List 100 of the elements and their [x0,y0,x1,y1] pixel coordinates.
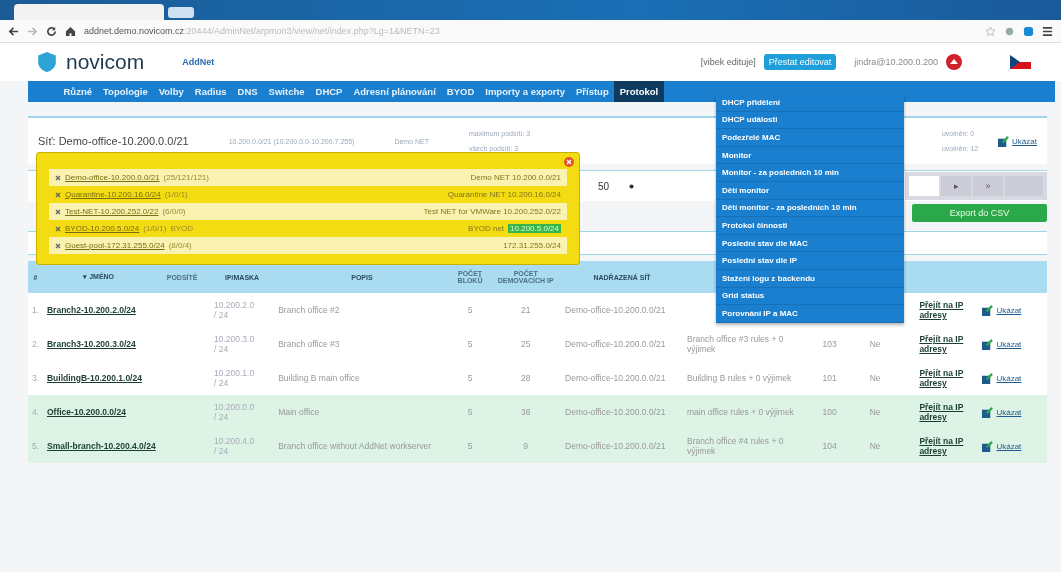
show-link[interactable]: Ukázat [982,406,1043,418]
parent-network: Demo-office-10.200.0.0/21 [565,373,666,383]
dropdown-menu-item[interactable]: Podezřelé MAC [716,129,904,147]
menu-item[interactable]: Importy a exporty [479,81,571,102]
stop-editing-button[interactable]: Přestat editovat [763,54,837,70]
dropdown-menu-item[interactable]: Monitor - za posledních 10 min [716,164,904,182]
menu-item[interactable]: Přístup [570,81,615,102]
dropdown-menu-item[interactable]: Dětí monitor [716,181,904,200]
row-number: 1. [28,293,43,327]
subnet-link[interactable]: Small-branch-10.200.4.0/24 [47,441,156,451]
menu-item[interactable]: BYOD [441,81,480,102]
dropdown-menu-item[interactable]: Poslední stav dle IP [716,252,904,270]
host-count: 28 [520,373,531,383]
close-icon[interactable] [55,191,61,198]
tree-item[interactable]: Test-NET-10.200.252.0/22 (6/0/0) Test NET for VMWare 10.200.252.0/22 [49,203,567,220]
dropdown-menu-item[interactable]: DHCP přidělení [716,94,904,112]
subnet-link[interactable]: BuildingB-10.200.1.0/24 [47,373,142,383]
block-count: 5 [467,441,473,451]
menu-item[interactable]: DHCP [310,81,348,102]
flag-icon[interactable] [1010,55,1031,69]
go-to-ip-link[interactable]: Přejít na IP adresy [919,402,975,422]
tree-item[interactable]: Guest-pool-172.31.255.0/24 (8/0/4) 172.31.255.0/24 [49,237,567,254]
network-title: Síť: Demo-office-10.200.0.0/21 [38,135,189,147]
host-count: 36 [520,407,531,417]
back-icon[interactable] [8,25,19,37]
parent-network: Demo-office-10.200.0.0/21 [565,441,666,451]
rules-text: main office rules + 0 výjimek [687,407,794,417]
network-link[interactable]: BYOD-10.200.5.0/24 [65,224,140,233]
dropdown-menu-item[interactable]: Porovnání IP a MAC [716,305,904,323]
menu-item[interactable]: Protokol [614,81,664,102]
logout-icon[interactable] [946,54,962,70]
next-page-button[interactable]: ▸ [941,176,971,196]
close-icon[interactable] [55,174,61,181]
dropdown-menu-item[interactable]: Protokol činnosti [716,217,904,235]
host-count: 21 [520,305,531,315]
vlan-number: 104 [822,441,837,451]
last-page-button[interactable]: » [973,176,1003,196]
subnet-link[interactable]: Office-10.200.0.0/24 [47,407,126,417]
network-link[interactable]: Guest-pool-172.31.255.0/24 [65,241,165,250]
page-input[interactable] [909,176,939,196]
subnet-counts: (25/121/121) [163,173,209,182]
go-to-ip-link[interactable]: Přejít na IP adresy [919,300,975,320]
show-link[interactable]: Ukázat [982,304,1043,316]
network-description: 172.31.255.0/24 [503,241,561,250]
extension-icon[interactable] [1023,25,1034,37]
menu-item[interactable]: Switche [263,81,310,102]
rules-text: Building B rules + 0 výjimek [687,373,792,383]
network-link[interactable]: Test-NET-10.200.252.0/22 [65,207,159,216]
network-description: Demo NET 10.200.0.0/21 [470,173,561,182]
close-icon[interactable] [55,242,61,249]
edit-icon [998,135,1010,147]
network-link[interactable]: Quarantine-10.200.16.0/24 [65,190,161,199]
network-tag: BYOD [170,224,194,233]
close-icon[interactable] [55,208,61,215]
show-link[interactable]: Ukázat [982,338,1043,350]
show-link[interactable]: Ukázat [982,440,1043,452]
row-number: 2. [28,327,43,361]
dropdown-menu-item[interactable]: DHCP události [716,111,904,130]
menu-item[interactable]: Různé [58,81,98,102]
subnet-link[interactable]: Branch2-10.200.2.0/24 [47,305,136,315]
vlan-number: 101 [822,373,837,383]
edit-icon [982,406,994,418]
host-count: 25 [520,339,531,349]
subnet-counts: (8/0/4) [168,241,192,250]
menu-item[interactable]: Radius [189,81,233,102]
go-to-ip-link[interactable]: Přejít na IP adresy [919,436,975,456]
menu-item[interactable]: Adresní plánování [347,81,442,102]
go-to-ip-link[interactable]: Přejít na IP adresy [919,368,975,388]
menu-icon[interactable] [1042,25,1053,37]
export-csv-button[interactable]: Export do CSV [912,204,1047,222]
page-size-select[interactable]: 50 [598,180,668,192]
show-link[interactable]: Ukázat [998,135,1037,147]
home-icon[interactable] [65,25,76,37]
dropdown-menu-item[interactable]: Monitor [716,146,904,165]
description: Building B main office [278,373,360,383]
network-link[interactable]: Demo-office-10.200.0.0/21 [65,173,160,182]
user-name: jindra@10.200.0.200 [854,57,938,67]
go-to-ip-link[interactable]: Přejít na IP adresy [919,334,975,354]
menu-item[interactable]: Volby [153,81,190,102]
dropdown-menu-item[interactable]: Stažení logu z backendu [716,269,904,288]
reload-icon[interactable] [46,25,57,37]
subnet-link[interactable]: Branch3-10.200.3.0/24 [47,339,136,349]
menu-item[interactable]: Topologie [97,81,154,102]
parent-network: Demo-office-10.200.0.0/21 [565,407,666,417]
dropdown-menu-item[interactable]: Dětí monitor - za posledních 10 min [716,199,904,218]
dropdown-menu-item[interactable]: Grid status [716,287,904,306]
close-icon[interactable] [55,225,61,232]
ip-mask: 10.200.1.0 / 24 [213,368,254,388]
rules-text: Branch office #3 rules + 0 výjimek [687,334,784,354]
flag-value: Ne [869,407,881,417]
close-icon[interactable] [564,157,574,167]
menu-item[interactable]: DNS [232,81,264,102]
rules-text: Branch office #4 rules + 0 výjimek [687,436,784,456]
show-link[interactable]: Ukázat [982,372,1043,384]
extension-icon[interactable] [1004,25,1015,37]
parent-network: Demo-office-10.200.0.0/21 [565,305,666,315]
star-icon[interactable] [985,25,996,37]
dropdown-icon [629,183,635,189]
dropdown-menu-item[interactable]: Poslední stav dle MAC [716,234,904,253]
tree-item[interactable]: Demo-office-10.200.0.0/21 (25/121/121) Demo NET 10.200.0.0/21 [49,169,567,186]
